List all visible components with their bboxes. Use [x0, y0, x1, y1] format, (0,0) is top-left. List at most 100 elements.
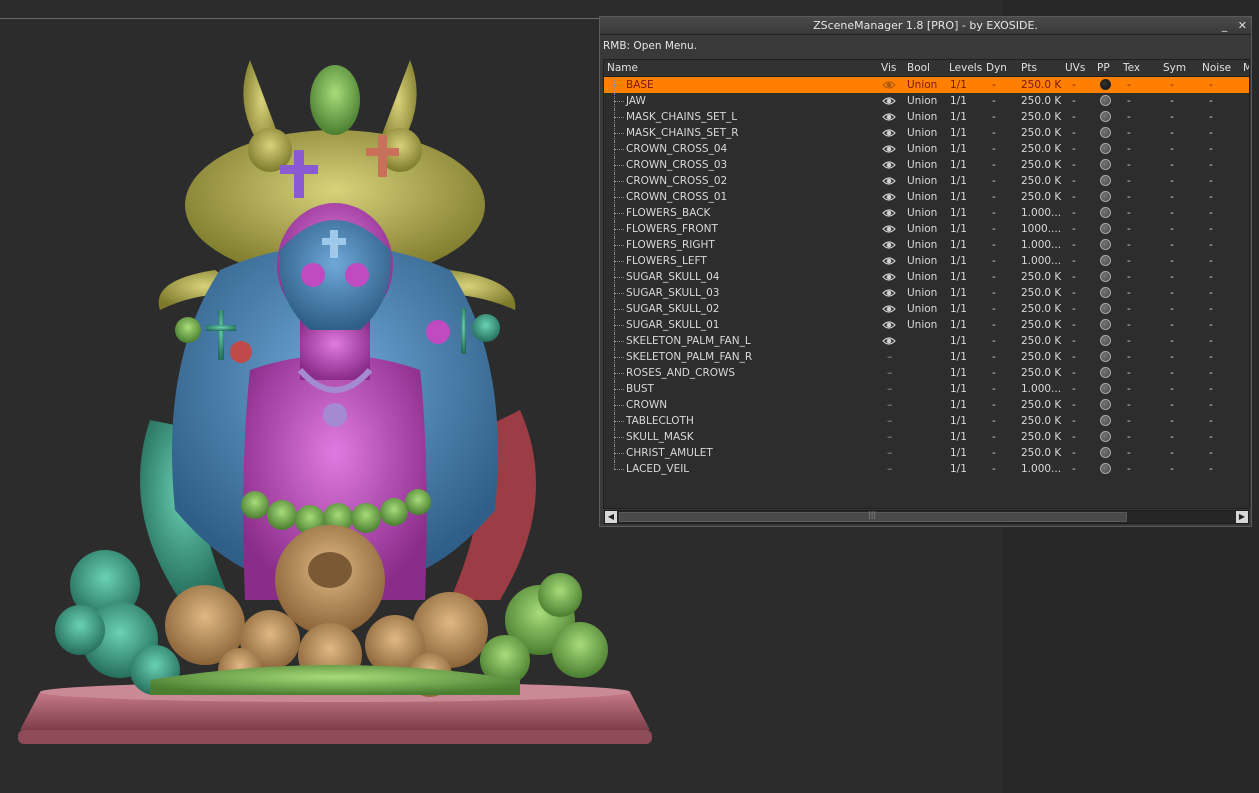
visibility-off-icon[interactable]: –: [887, 413, 892, 429]
table-row[interactable]: SKELETON_PALM_FAN_L 1/1-250.0 K----: [604, 333, 1249, 349]
visibility-eye-icon[interactable]: [882, 173, 896, 189]
polypaint-icon[interactable]: [1100, 255, 1111, 266]
minimize-button[interactable]: _: [1222, 19, 1228, 32]
table-row[interactable]: FLOWERS_LEFT Union 1/1-1.000... - - - -: [604, 253, 1249, 269]
visibility-eye-icon[interactable]: [882, 77, 896, 93]
table-row[interactable]: TABLECLOTH –1/1-250.0 K----: [604, 413, 1249, 429]
visibility-eye-icon[interactable]: [882, 237, 896, 253]
visibility-eye-icon[interactable]: [882, 141, 896, 157]
table-row[interactable]: SUGAR_SKULL_02 Union 1/1-250.0 K----: [604, 301, 1249, 317]
polypaint-icon[interactable]: [1100, 447, 1111, 458]
table-row[interactable]: ROSES_AND_CROWS –1/1-250.0 K----: [604, 365, 1249, 381]
scroll-thumb[interactable]: |||: [619, 510, 1127, 522]
visibility-off-icon[interactable]: –: [887, 365, 892, 381]
table-row[interactable]: SUGAR_SKULL_03 Union 1/1-250.0 K----: [604, 285, 1249, 301]
bool-mode[interactable]: Union: [907, 125, 937, 141]
bool-mode[interactable]: Union: [907, 205, 937, 221]
table-row[interactable]: MASK_CHAINS_SET_R Union 1/1-250.0 K----: [604, 125, 1249, 141]
table-row[interactable]: BUST –1/1-1.000... - - - -: [604, 381, 1249, 397]
visibility-eye-icon[interactable]: [882, 109, 896, 125]
polypaint-icon[interactable]: [1100, 95, 1111, 106]
visibility-eye-icon[interactable]: [882, 253, 896, 269]
visibility-eye-icon[interactable]: [882, 221, 896, 237]
column-header-uvs[interactable]: UVs: [1065, 62, 1085, 74]
visibility-off-icon[interactable]: –: [887, 429, 892, 445]
table-row[interactable]: SKULL_MASK –1/1-250.0 K----: [604, 429, 1249, 445]
polypaint-icon[interactable]: [1100, 159, 1111, 170]
visibility-eye-icon[interactable]: [882, 157, 896, 173]
polypaint-icon[interactable]: [1100, 399, 1111, 410]
visibility-off-icon[interactable]: –: [887, 445, 892, 461]
polypaint-icon[interactable]: [1100, 111, 1111, 122]
bool-mode[interactable]: Union: [907, 301, 937, 317]
bool-mode[interactable]: Union: [907, 189, 937, 205]
column-header-m[interactable]: M: [1243, 62, 1249, 74]
bool-mode[interactable]: Union: [907, 109, 937, 125]
polypaint-icon[interactable]: [1100, 191, 1111, 202]
visibility-eye-icon[interactable]: [882, 333, 896, 349]
bool-mode[interactable]: Union: [907, 93, 937, 109]
table-row[interactable]: CROWN_CROSS_04 Union 1/1-250.0 K----: [604, 141, 1249, 157]
column-header-name[interactable]: Name: [607, 62, 638, 74]
polypaint-icon[interactable]: [1100, 239, 1111, 250]
visibility-off-icon[interactable]: –: [887, 397, 892, 413]
column-header-tex[interactable]: Tex: [1123, 62, 1140, 74]
bool-mode[interactable]: Union: [907, 285, 937, 301]
table-row[interactable]: FLOWERS_RIGHT Union 1/1-1.000... - - - -: [604, 237, 1249, 253]
table-row[interactable]: CHRIST_AMULET –1/1-250.0 K----: [604, 445, 1249, 461]
bool-mode[interactable]: Union: [907, 157, 937, 173]
polypaint-icon[interactable]: [1100, 335, 1111, 346]
bool-mode[interactable]: Union: [907, 317, 937, 333]
table-row[interactable]: JAW Union 1/1-250.0 K----: [604, 93, 1249, 109]
visibility-eye-icon[interactable]: [882, 317, 896, 333]
polypaint-icon[interactable]: [1100, 287, 1111, 298]
visibility-off-icon[interactable]: –: [887, 381, 892, 397]
table-row[interactable]: LACED_VEIL –1/1-1.000... - - - -: [604, 461, 1249, 477]
polypaint-icon[interactable]: [1100, 319, 1111, 330]
polypaint-icon[interactable]: [1100, 415, 1111, 426]
bool-mode[interactable]: Union: [907, 253, 937, 269]
scroll-right-arrow[interactable]: ▶: [1236, 511, 1248, 523]
scroll-left-arrow[interactable]: ◀: [605, 511, 617, 523]
polypaint-icon[interactable]: [1100, 351, 1111, 362]
polypaint-icon[interactable]: [1100, 303, 1111, 314]
visibility-eye-icon[interactable]: [882, 269, 896, 285]
close-button[interactable]: ✕: [1238, 19, 1247, 32]
table-row[interactable]: SKELETON_PALM_FAN_R –1/1-250.0 K----: [604, 349, 1249, 365]
visibility-off-icon[interactable]: –: [887, 349, 892, 365]
visibility-eye-icon[interactable]: [882, 125, 896, 141]
zscenemanager-window[interactable]: ZSceneManager 1.8 [PRO] - by EXOSIDE. _ …: [599, 16, 1252, 527]
bool-mode[interactable]: Union: [907, 237, 937, 253]
subtool-table[interactable]: Name Vis Bool Levels Dyn Pts UVs PP Tex Sym Noise M…: [603, 59, 1250, 509]
column-header-pp[interactable]: PP: [1097, 62, 1110, 74]
table-row[interactable]: FLOWERS_FRONT Union 1/1-1000.... - - - -: [604, 221, 1249, 237]
horizontal-scrollbar[interactable]: ◀ ||| ▶: [604, 510, 1249, 524]
column-header-dyn[interactable]: Dyn: [986, 62, 1007, 74]
table-row[interactable]: CROWN_CROSS_01 Union 1/1-250.0 K----: [604, 189, 1249, 205]
polypaint-icon[interactable]: [1100, 223, 1111, 234]
table-row[interactable]: FLOWERS_BACK Union 1/1-1.000... - - - -: [604, 205, 1249, 221]
column-header-vis[interactable]: Vis: [881, 62, 896, 74]
table-row[interactable]: CROWN –1/1-250.0 K----: [604, 397, 1249, 413]
visibility-eye-icon[interactable]: [882, 205, 896, 221]
window-titlebar[interactable]: ZSceneManager 1.8 [PRO] - by EXOSIDE. _ …: [600, 17, 1251, 35]
visibility-eye-icon[interactable]: [882, 285, 896, 301]
table-row[interactable]: SUGAR_SKULL_04 Union 1/1-250.0 K----: [604, 269, 1249, 285]
polypaint-icon[interactable]: [1100, 127, 1111, 138]
table-row[interactable]: SUGAR_SKULL_01 Union 1/1-250.0 K----: [604, 317, 1249, 333]
polypaint-icon[interactable]: [1100, 79, 1111, 90]
table-row[interactable]: CROWN_CROSS_03 Union 1/1-250.0 K----: [604, 157, 1249, 173]
polypaint-icon[interactable]: [1100, 271, 1111, 282]
polypaint-icon[interactable]: [1100, 431, 1111, 442]
polypaint-icon[interactable]: [1100, 143, 1111, 154]
bool-mode[interactable]: Union: [907, 269, 937, 285]
column-header-bool[interactable]: Bool: [907, 62, 930, 74]
visibility-eye-icon[interactable]: [882, 93, 896, 109]
polypaint-icon[interactable]: [1100, 207, 1111, 218]
visibility-eye-icon[interactable]: [882, 301, 896, 317]
column-header-sym[interactable]: Sym: [1163, 62, 1186, 74]
table-row[interactable]: CROWN_CROSS_02 Union 1/1-250.0 K----: [604, 173, 1249, 189]
table-row[interactable]: MASK_CHAINS_SET_L Union 1/1-250.0 K----: [604, 109, 1249, 125]
bool-mode[interactable]: Union: [907, 221, 937, 237]
visibility-eye-icon[interactable]: [882, 189, 896, 205]
